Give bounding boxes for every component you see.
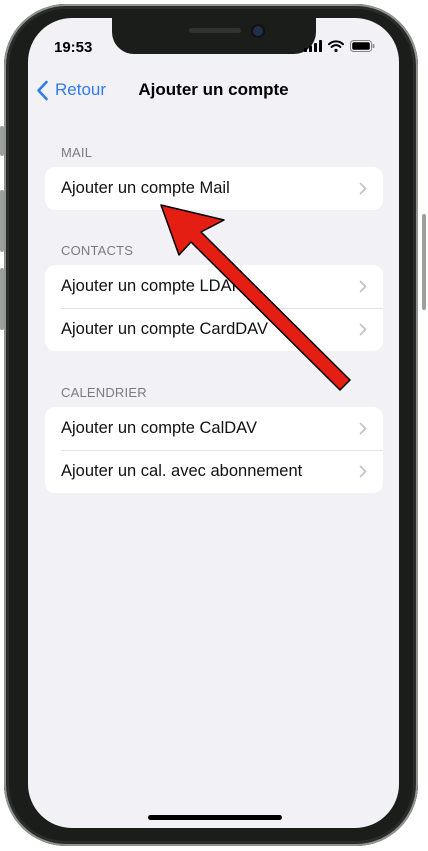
annotation-arrow-icon <box>160 204 351 391</box>
